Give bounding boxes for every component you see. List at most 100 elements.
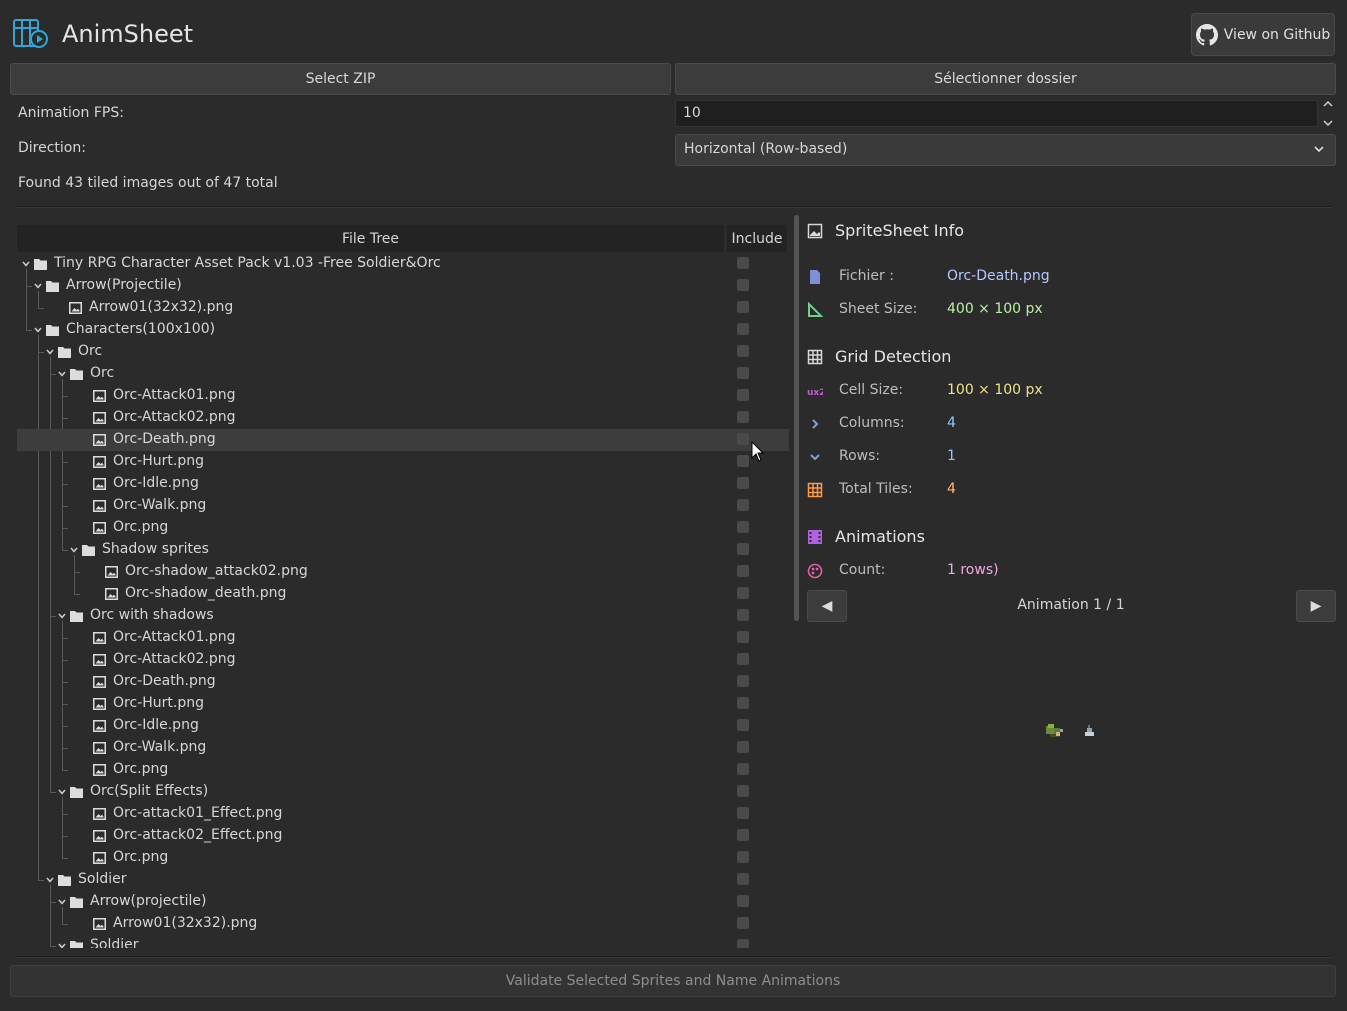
include-checkbox[interactable]: [737, 675, 749, 687]
tree-file-row[interactable]: Orc-Hurt.png: [17, 693, 789, 715]
tree-file-row[interactable]: Orc-shadow_attack02.png: [17, 561, 789, 583]
tree-file-row[interactable]: Orc.png: [17, 517, 789, 539]
chevron-down-icon[interactable]: [57, 785, 67, 795]
spin-up-icon[interactable]: [1323, 100, 1333, 108]
chevron-down-icon[interactable]: [69, 543, 79, 553]
include-checkbox[interactable]: [737, 741, 749, 753]
chevron-down-icon[interactable]: [21, 257, 31, 267]
include-checkbox[interactable]: [737, 477, 749, 489]
tree-file-row[interactable]: Orc-Attack01.png: [17, 627, 789, 649]
tree-folder-row[interactable]: Shadow sprites: [17, 539, 789, 561]
file-value: Orc-Death.png: [947, 268, 1050, 284]
include-checkbox[interactable]: [737, 895, 749, 907]
chevron-down-icon[interactable]: [33, 323, 43, 333]
include-checkbox[interactable]: [737, 807, 749, 819]
select-zip-button[interactable]: Select ZIP: [10, 63, 671, 95]
include-checkbox[interactable]: [737, 785, 749, 797]
fps-input[interactable]: 10: [675, 100, 1318, 127]
tree-file-row[interactable]: Orc-attack02_Effect.png: [17, 825, 789, 847]
select-folder-button[interactable]: Sélectionner dossier: [675, 63, 1336, 95]
include-checkbox[interactable]: [737, 939, 749, 948]
tree-file-row[interactable]: Orc-Hurt.png: [17, 451, 789, 473]
chevron-down-icon[interactable]: [45, 345, 55, 355]
tree-file-row[interactable]: Orc-Idle.png: [17, 715, 789, 737]
include-checkbox[interactable]: [737, 719, 749, 731]
tree-file-row[interactable]: Orc-shadow_death.png: [17, 583, 789, 605]
include-checkbox[interactable]: [737, 917, 749, 929]
include-checkbox[interactable]: [737, 521, 749, 533]
chevron-down-icon[interactable]: [45, 873, 55, 883]
tree-file-row[interactable]: Orc.png: [17, 847, 789, 869]
tree-file-row[interactable]: Orc-Attack01.png: [17, 385, 789, 407]
image-file-icon: [93, 412, 106, 424]
tree-folder-row[interactable]: Soldier: [17, 869, 789, 891]
tree-folder-row[interactable]: Orc(Split Effects): [17, 781, 789, 803]
count-label: Count:: [839, 562, 886, 578]
include-checkbox[interactable]: [737, 851, 749, 863]
tree-file-row[interactable]: Orc-Death.png: [17, 671, 789, 693]
image-file-icon: [93, 720, 106, 732]
tree-file-row[interactable]: Arrow01(32x32).png: [17, 297, 789, 319]
tree-folder-row[interactable]: Arrow(projectile): [17, 891, 789, 913]
prev-arrow-icon: ◀: [821, 598, 833, 614]
palette-icon: [807, 563, 823, 579]
tree-scrollbar[interactable]: [794, 215, 799, 621]
tree-file-row[interactable]: Orc-Death.png: [17, 429, 789, 451]
tree-file-row[interactable]: Orc-Attack02.png: [17, 407, 789, 429]
include-checkbox[interactable]: [737, 323, 749, 335]
tree-item-label: Orc-Hurt.png: [113, 695, 204, 711]
spin-down-icon[interactable]: [1323, 119, 1333, 127]
include-checkbox[interactable]: [737, 829, 749, 841]
tree-file-row[interactable]: Orc-Idle.png: [17, 473, 789, 495]
include-checkbox[interactable]: [737, 455, 749, 467]
include-checkbox[interactable]: [737, 433, 749, 445]
include-checkbox[interactable]: [737, 587, 749, 599]
include-checkbox[interactable]: [737, 873, 749, 885]
include-checkbox[interactable]: [737, 301, 749, 313]
chevron-down-icon[interactable]: [57, 895, 67, 905]
tree-folder-row[interactable]: Arrow(Projectile): [17, 275, 789, 297]
chevron-down-icon[interactable]: [57, 939, 67, 948]
chevron-down-icon[interactable]: [57, 367, 67, 377]
include-checkbox[interactable]: [737, 631, 749, 643]
tree-file-row[interactable]: Arrow01(32x32).png: [17, 913, 789, 935]
direction-select[interactable]: Horizontal (Row-based): [675, 134, 1336, 166]
folder-icon: [58, 346, 71, 358]
view-on-github-button[interactable]: View on Github: [1191, 13, 1335, 56]
include-checkbox[interactable]: [737, 257, 749, 269]
include-checkbox[interactable]: [737, 697, 749, 709]
animation-counter: Animation 1 / 1: [1017, 597, 1125, 613]
include-checkbox[interactable]: [737, 653, 749, 665]
include-checkbox[interactable]: [737, 411, 749, 423]
include-checkbox[interactable]: [737, 345, 749, 357]
tree-folder-row[interactable]: Soldier: [17, 935, 789, 948]
total-tiles-value: 4: [947, 481, 956, 497]
tree-folder-row[interactable]: Tiny RPG Character Asset Pack v1.03 -Fre…: [17, 253, 789, 275]
include-checkbox[interactable]: [737, 279, 749, 291]
chevron-down-icon[interactable]: [57, 609, 67, 619]
tree-folder-row[interactable]: Characters(100x100): [17, 319, 789, 341]
tree-item-label: Orc(Split Effects): [90, 783, 209, 799]
validate-button[interactable]: Validate Selected Sprites and Name Anima…: [10, 965, 1336, 997]
tree-file-row[interactable]: Orc-attack01_Effect.png: [17, 803, 789, 825]
include-checkbox[interactable]: [737, 543, 749, 555]
tree-file-row[interactable]: Orc-Walk.png: [17, 495, 789, 517]
tree-item-label: Orc.png: [113, 761, 169, 777]
tree-folder-row[interactable]: Orc: [17, 363, 789, 385]
include-checkbox[interactable]: [737, 367, 749, 379]
prev-animation-button[interactable]: ◀: [807, 590, 847, 622]
include-checkbox[interactable]: [737, 499, 749, 511]
include-checkbox[interactable]: [737, 389, 749, 401]
include-checkbox[interactable]: [737, 565, 749, 577]
tree-file-row[interactable]: Orc.png: [17, 759, 789, 781]
tree-folder-row[interactable]: Orc: [17, 341, 789, 363]
tree-file-row[interactable]: Orc-Walk.png: [17, 737, 789, 759]
tree-file-row[interactable]: Orc-Attack02.png: [17, 649, 789, 671]
tree-folder-row[interactable]: Orc with shadows: [17, 605, 789, 627]
include-checkbox[interactable]: [737, 609, 749, 621]
next-animation-button[interactable]: ▶: [1296, 590, 1336, 622]
fps-spinner[interactable]: [1320, 100, 1336, 127]
chevron-down-icon[interactable]: [33, 279, 43, 289]
include-checkbox[interactable]: [737, 763, 749, 775]
tree-item-label: Orc-Hurt.png: [113, 453, 204, 469]
